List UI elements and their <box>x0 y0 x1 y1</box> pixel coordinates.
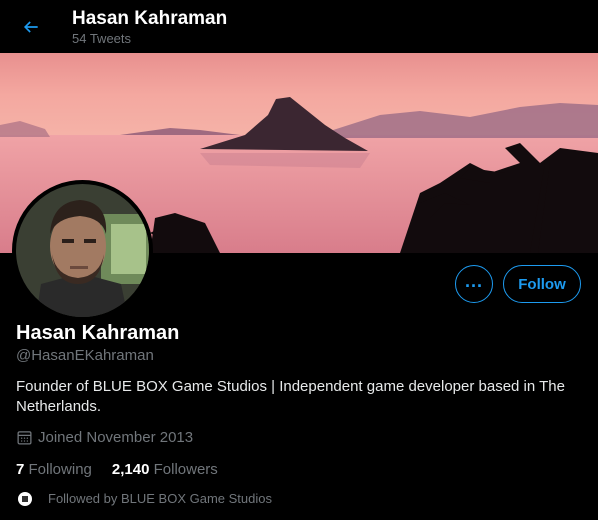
avatar[interactable] <box>12 180 153 321</box>
profile-display-name: Hasan Kahraman <box>16 322 180 344</box>
calendar-icon <box>17 431 32 445</box>
followed-by-text: Followed by BLUE BOX Game Studios <box>48 491 272 506</box>
followers-label: Followers <box>153 461 218 478</box>
back-arrow-icon <box>23 21 38 33</box>
following-link[interactable]: 7 Following <box>16 461 92 478</box>
back-button[interactable] <box>14 10 48 44</box>
header-name: Hasan Kahraman <box>72 8 228 29</box>
follow-stats: 7 Following 2,140 Followers <box>16 461 238 478</box>
following-count: 7 <box>16 461 25 478</box>
profile-bio: Founder of BLUE BOX Game Studios | Indep… <box>16 378 565 415</box>
avatar-image <box>16 184 149 317</box>
more-icon: ... <box>464 270 483 291</box>
follow-button[interactable]: Follow <box>503 265 581 303</box>
more-options-button[interactable]: ... <box>455 265 493 303</box>
tweet-count: 54 Tweets <box>72 31 132 46</box>
profile-handle: @HasanEKahraman <box>16 347 154 364</box>
followers-link[interactable]: 2,140 Followers <box>112 461 218 478</box>
following-label: Following <box>28 461 92 478</box>
follower-avatar <box>18 491 32 506</box>
followers-count: 2,140 <box>111 461 150 478</box>
joined-text: Joined November 2013 <box>38 429 194 446</box>
joined-date: Joined November 2013 <box>16 429 193 446</box>
followed-by[interactable]: Followed by BLUE BOX Game Studios <box>18 491 272 506</box>
top-bar: Hasan Kahraman 54 Tweets <box>0 0 598 53</box>
